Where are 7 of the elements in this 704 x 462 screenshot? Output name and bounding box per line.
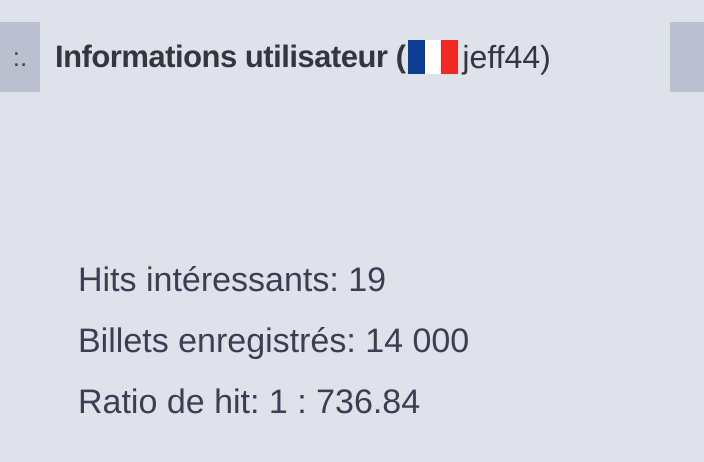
stat-line: Billets enregistrés: 14 000: [78, 321, 470, 362]
panel-title: Informations utilisateur (: [55, 39, 406, 75]
username: jeff44): [462, 38, 551, 76]
flag-icon: [408, 40, 458, 74]
stat-line: Ratio de hit: 1 : 736.84: [78, 382, 422, 423]
drag-handle[interactable]: :.: [0, 22, 40, 92]
stat-line: Hits intéressants: 19: [78, 260, 388, 301]
